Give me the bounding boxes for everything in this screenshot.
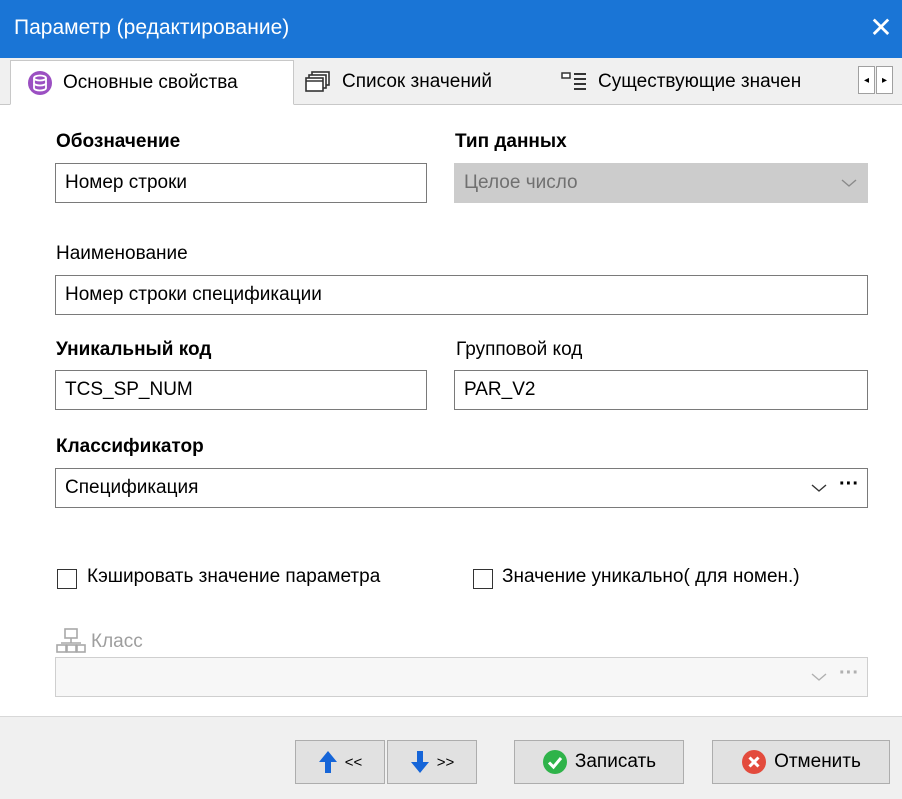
classifier-value: Спецификация: [65, 477, 199, 498]
save-button[interactable]: Записать: [514, 740, 684, 784]
designation-label: Обозначение: [56, 131, 181, 152]
cache-value-label: Кэшировать значение параметра: [87, 566, 381, 587]
unique-code-label: Уникальный код: [56, 339, 212, 360]
database-icon: [27, 70, 53, 96]
network-icon: [56, 628, 86, 658]
classifier-select[interactable]: Спецификация ···: [55, 468, 868, 508]
list-lines-icon: [560, 70, 588, 94]
name-input[interactable]: Номер строки спецификации: [55, 275, 868, 315]
unique-value-label: Значение уникально( для номен.): [502, 566, 800, 587]
tab-label: Существующие значен: [598, 71, 802, 92]
prev-label: <<: [344, 753, 363, 771]
data-type-value: Целое число: [464, 172, 578, 193]
tab-label: Основные свойства: [63, 71, 238, 93]
windows-list-icon: [304, 70, 332, 94]
tab-label: Список значений: [342, 71, 493, 92]
arrow-down-icon: [410, 750, 430, 774]
class-icon-wrap: [56, 628, 86, 659]
classifier-label: Классификатор: [56, 436, 204, 457]
tab-strip: Основные свойства Список значений Сущест…: [0, 58, 902, 105]
data-type-label: Тип данных: [455, 131, 567, 152]
name-label: Наименование: [56, 243, 188, 264]
chevron-down-icon: [841, 164, 857, 202]
save-label: Записать: [574, 751, 657, 772]
tab-scroll-left-button[interactable]: ◂: [858, 66, 875, 94]
cancel-circle-icon: [741, 749, 767, 775]
chevron-down-icon: [811, 658, 827, 696]
next-label: >>: [436, 753, 455, 771]
title-bar: Параметр (редактирование) ✕: [0, 0, 902, 58]
close-icon[interactable]: ✕: [866, 14, 896, 44]
tab-value-list[interactable]: Список значений: [304, 60, 548, 104]
tab-main-properties[interactable]: Основные свойства: [10, 60, 294, 105]
check-circle-icon: [542, 749, 568, 775]
next-button[interactable]: >>: [387, 740, 477, 784]
group-code-input[interactable]: PAR_V2: [454, 370, 868, 410]
designation-input[interactable]: Номер строки: [55, 163, 427, 203]
prev-button[interactable]: <<: [295, 740, 385, 784]
class-browse-button: ···: [839, 662, 859, 684]
chevron-down-icon[interactable]: [811, 469, 827, 507]
group-code-label: Групповой код: [456, 339, 583, 360]
cache-value-checkbox[interactable]: [57, 569, 77, 589]
class-select: ···: [55, 657, 868, 697]
unique-value-checkbox[interactable]: [473, 569, 493, 589]
class-label: Класс: [91, 631, 143, 652]
tab-scroll-right-button[interactable]: ▸: [876, 66, 893, 94]
cancel-button[interactable]: Отменить: [712, 740, 890, 784]
window-title: Параметр (редактирование): [14, 16, 290, 39]
data-type-select: Целое число: [454, 163, 868, 203]
unique-code-input[interactable]: TCS_SP_NUM: [55, 370, 427, 410]
classifier-browse-button[interactable]: ···: [839, 469, 859, 507]
arrow-up-icon: [318, 750, 338, 774]
cancel-label: Отменить: [774, 751, 861, 772]
tab-existing-values[interactable]: Существующие значен: [560, 60, 852, 104]
